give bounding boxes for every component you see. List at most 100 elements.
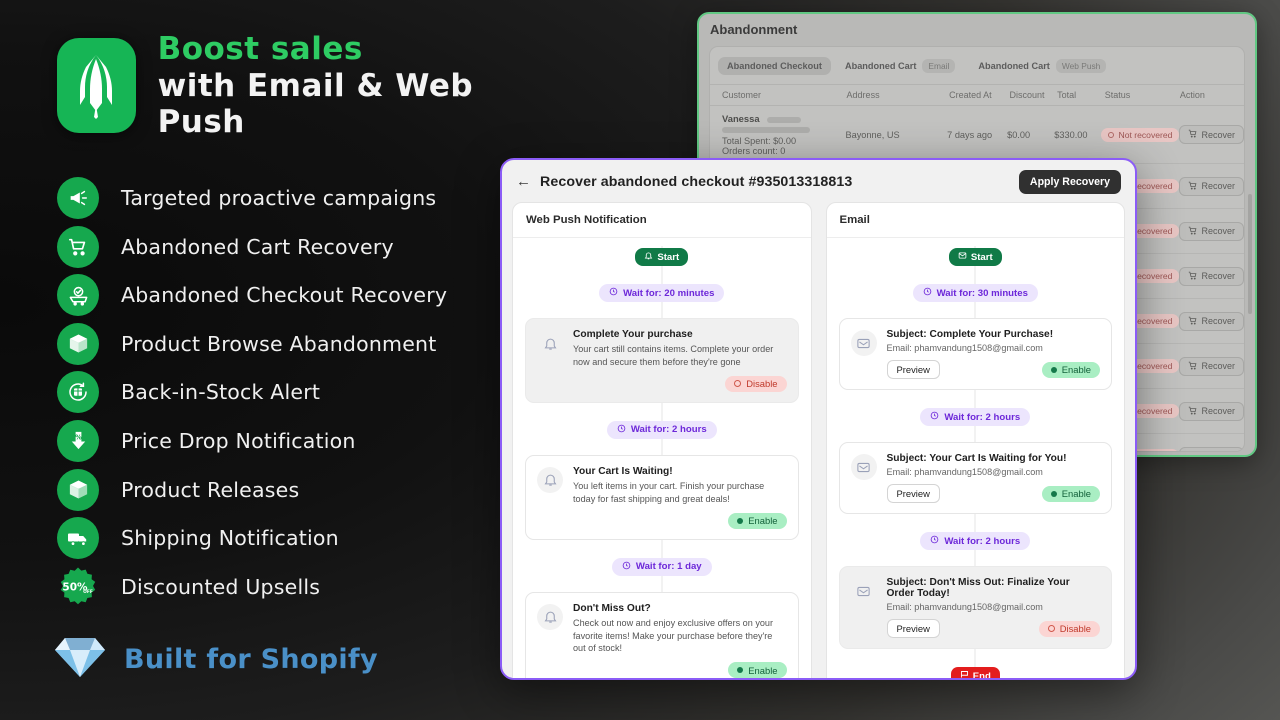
state-toggle-badge[interactable]: Enable: [728, 512, 787, 529]
state-dot-icon: [737, 667, 744, 674]
built-for-shopify: Built for Shopify: [53, 634, 378, 685]
abandonment-title: Abandonment: [710, 22, 798, 37]
state-label: Enable: [1061, 488, 1091, 499]
recover-button[interactable]: Recover: [1179, 125, 1244, 144]
wait-label: Wait for: 20 minutes: [623, 287, 715, 299]
envelope-icon: [958, 251, 967, 263]
state-toggle-badge[interactable]: Enable: [728, 662, 787, 678]
wait-chip: Wait for: 20 minutes: [599, 284, 725, 302]
preview-button[interactable]: Preview: [886, 619, 940, 638]
column-heading: Email: [826, 203, 1124, 238]
column-header-customer: Customer: [722, 90, 762, 100]
preview-button[interactable]: Preview: [886, 484, 940, 503]
wait-chip: Wait for: 30 minutes: [912, 284, 1038, 302]
tab-abandoned-cart-webpush[interactable]: Abandoned Cart Web Push: [969, 55, 1115, 77]
bell-icon: [537, 466, 563, 493]
wait-node: Wait for: 30 minutes: [839, 284, 1113, 302]
tab-abandoned-checkout[interactable]: Abandoned Checkout: [718, 57, 831, 75]
recover-label: Recover: [1201, 316, 1235, 326]
brand-header: Boost sales with Email & Web Push: [57, 31, 500, 141]
table-row[interactable]: Vanessa Total Spent: $0.00 Orders count:…: [710, 106, 1244, 164]
flow-start-node: Start: [525, 248, 799, 266]
state-toggle-badge[interactable]: Enable: [1041, 361, 1100, 378]
recover-cart-icon: [1188, 316, 1197, 327]
wait-node: Wait for: 1 day: [525, 557, 799, 576]
recover-button[interactable]: Recover: [1179, 356, 1244, 376]
wait-node: Wait for: 20 minutes: [525, 284, 799, 302]
recover-label: Recover: [1201, 181, 1235, 191]
state-dot-icon: [734, 380, 742, 388]
app-logo: [57, 38, 136, 134]
cell-total: $330.00: [1054, 129, 1088, 140]
recover-button[interactable]: Recover: [1179, 221, 1244, 241]
customer-name: Vanessa: [722, 113, 760, 124]
status-label: Not recovered: [1118, 129, 1173, 140]
recover-label: Recover: [1201, 226, 1235, 236]
shopify-label: Built for Shopify: [124, 644, 378, 675]
tab-label: Abandoned Cart: [978, 61, 1050, 71]
wait-node: Wait for: 2 hours: [839, 408, 1113, 426]
discount-badge-sub: OFF: [83, 589, 93, 595]
state-toggle-badge[interactable]: Disable: [1038, 620, 1100, 637]
email-step-card[interactable]: Subject: Complete Your Purchase! Email: …: [838, 318, 1112, 390]
tab-sublabel: Web Push: [1055, 59, 1107, 73]
recover-button[interactable]: Recover: [1179, 446, 1244, 452]
clock-icon: [617, 424, 626, 436]
recover-cart-icon: [1188, 406, 1197, 417]
email-step-card[interactable]: Subject: Your Cart Is Waiting for You! E…: [838, 442, 1112, 514]
apply-recovery-button[interactable]: Apply Recovery: [1018, 169, 1121, 194]
feature-item: Product Browse Abandonment: [57, 322, 447, 366]
feature-list: Targeted proactive campaigns Abandoned C…: [57, 176, 447, 613]
feature-item: Abandoned Cart Recovery: [57, 225, 447, 269]
redacted-lastname: [767, 116, 802, 123]
state-dot-icon: [737, 517, 744, 524]
recover-button[interactable]: Recover: [1179, 401, 1244, 421]
recover-cart-icon: [1188, 361, 1197, 372]
abandonment-tabs: Abandoned Checkout Abandoned Cart Email …: [710, 47, 1244, 84]
state-label: Enable: [748, 515, 778, 527]
vertical-scrollbar[interactable]: [1248, 194, 1252, 314]
headline-line-1: Boost sales: [157, 31, 363, 67]
recover-cart-icon: [1188, 226, 1197, 237]
state-toggle-badge[interactable]: Disable: [725, 375, 787, 392]
bell-icon: [644, 251, 653, 263]
recover-label: Recover: [1201, 361, 1235, 371]
recover-button[interactable]: Recover: [1179, 311, 1244, 331]
email-step-card[interactable]: Subject: Don't Miss Out: Finalize Your O…: [838, 566, 1112, 649]
column-header-discount: Discount: [1009, 90, 1045, 100]
state-toggle-badge[interactable]: Enable: [1041, 485, 1100, 502]
step-description: You left items in your cart. Finish your…: [573, 480, 765, 504]
recover-checkout-modal: ← Recover abandoned checkout #9350133188…: [500, 158, 1137, 680]
discount-badge-icon: 50% OFF: [57, 566, 99, 608]
state-dot-icon: [1050, 366, 1057, 373]
recover-label: Recover: [1201, 451, 1235, 452]
recover-cart-icon: [1188, 271, 1197, 282]
clock-icon: [622, 561, 631, 573]
recover-button[interactable]: Recover: [1179, 176, 1244, 196]
clock-icon: [923, 287, 932, 299]
column-header-created: Created At: [949, 90, 992, 100]
modal-header: ← Recover abandoned checkout #9350133188…: [502, 160, 1135, 202]
web-push-step-card[interactable]: Your Cart Is Waiting! You left items in …: [525, 454, 799, 540]
redacted-email: [722, 127, 810, 133]
feature-item: Product Releases: [57, 468, 447, 512]
recover-label: Recover: [1201, 271, 1235, 281]
feature-item: Targeted proactive campaigns: [57, 176, 447, 220]
web-push-step-card[interactable]: Complete Your purchase Your cart still c…: [525, 318, 799, 403]
preview-button[interactable]: Preview: [886, 360, 940, 379]
recover-label: Recover: [1201, 406, 1235, 416]
state-dot-icon: [1047, 625, 1055, 632]
shopping-cart-icon: [57, 225, 99, 268]
feature-label: Shipping Notification: [121, 526, 339, 551]
wait-node: Wait for: 2 hours: [839, 532, 1113, 550]
start-chip: Start: [948, 248, 1002, 266]
web-push-step-card[interactable]: Don't Miss Out? Check out now and enjoy …: [525, 591, 799, 678]
step-title: Your Cart Is Waiting!: [573, 465, 673, 477]
bell-icon: [537, 603, 563, 630]
flow-end-node: End: [839, 667, 1113, 678]
tab-abandoned-cart-email[interactable]: Abandoned Cart Email: [836, 55, 964, 77]
recover-button[interactable]: Recover: [1179, 266, 1244, 286]
step-title: Subject: Complete Your Purchase!: [886, 329, 1054, 340]
arrow-left-icon[interactable]: ←: [516, 174, 531, 189]
flow-columns: Web Push Notification Start Wait for: 20…: [502, 202, 1135, 678]
